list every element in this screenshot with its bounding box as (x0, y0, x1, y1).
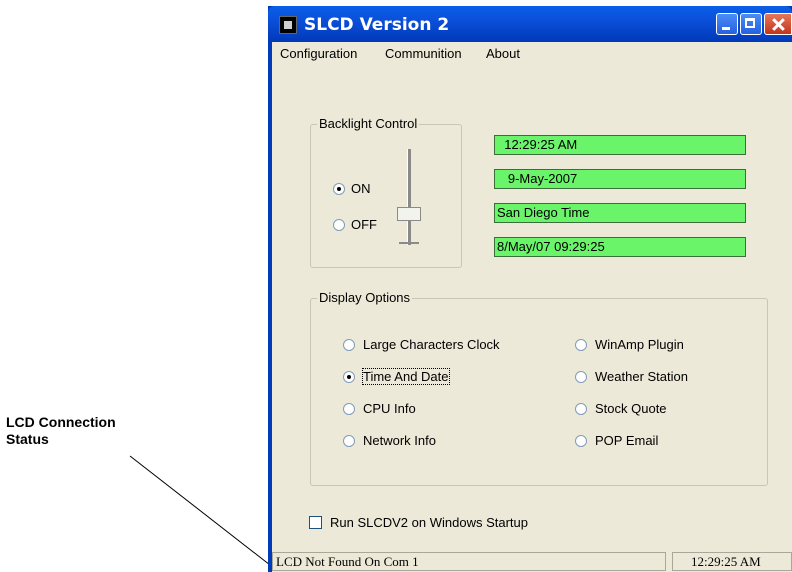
backlight-on-label: ON (351, 181, 371, 196)
cpu-info-radio[interactable] (343, 403, 355, 415)
window-title: SLCD Version 2 (304, 15, 450, 35)
backlight-off-radio[interactable] (333, 219, 345, 231)
time-and-date-label: Time And Date (362, 368, 450, 385)
close-button[interactable] (764, 13, 792, 35)
menu-configuration[interactable]: Configuration (280, 46, 357, 61)
lcd-line-2-text: 9-May-2007 (497, 171, 578, 186)
menu-communition[interactable]: Communition (385, 46, 462, 61)
slider-base-tick (399, 242, 419, 244)
lcd-line-2: 9-May-2007 (494, 169, 746, 189)
backlight-on-radio[interactable] (333, 183, 345, 195)
app-window: SLCD Version 2 Configuration Communition… (268, 6, 792, 572)
backlight-slider-thumb[interactable] (397, 207, 421, 221)
winamp-plugin-label: WinAmp Plugin (595, 337, 684, 352)
title-bar[interactable]: SLCD Version 2 (268, 6, 792, 42)
lcd-line-4-text: 8/May/07 09:29:25 (497, 239, 605, 254)
window-client-area: Configuration Communition About Backligh… (272, 42, 792, 572)
display-options-group: Display Options Large Characters Clock T… (310, 290, 768, 486)
lcd-line-3-text: San Diego Time (497, 205, 590, 220)
run-on-startup-label: Run SLCDV2 on Windows Startup (330, 515, 528, 530)
menu-bar: Configuration Communition About (272, 42, 792, 64)
weather-station-label: Weather Station (595, 369, 688, 384)
weather-station-radio[interactable] (575, 371, 587, 383)
backlight-off-label: OFF (351, 217, 377, 232)
backlight-slider-track[interactable] (407, 149, 411, 245)
clock-status-text: 12:29:25 AM (691, 554, 761, 569)
lcd-line-3: San Diego Time (494, 203, 746, 223)
large-characters-clock-radio[interactable] (343, 339, 355, 351)
winamp-plugin-radio[interactable] (575, 339, 587, 351)
large-characters-clock-label: Large Characters Clock (363, 337, 500, 352)
pop-email-label: POP Email (595, 433, 659, 448)
minimize-button[interactable] (716, 13, 738, 35)
maximize-button[interactable] (740, 13, 762, 35)
connection-status-panel: LCD Not Found On Com 1 (272, 552, 666, 571)
status-bar: LCD Not Found On Com 1 12:29:25 AM (272, 550, 792, 572)
display-options-legend: Display Options (317, 290, 413, 305)
network-info-radio[interactable] (343, 435, 355, 447)
stock-quote-label: Stock Quote (595, 401, 667, 416)
pop-email-radio[interactable] (575, 435, 587, 447)
clock-status-panel: 12:29:25 AM (672, 552, 792, 571)
lcd-line-4: 8/May/07 09:29:25 (494, 237, 746, 257)
app-icon[interactable] (279, 16, 297, 34)
lcd-line-1-text: 12:29:25 AM (497, 137, 578, 152)
menu-about[interactable]: About (486, 46, 520, 61)
backlight-control-legend: Backlight Control (317, 116, 420, 131)
connection-status-text: LCD Not Found On Com 1 (276, 554, 419, 569)
run-on-startup-checkbox[interactable] (309, 516, 322, 529)
lcd-line-1: 12:29:25 AM (494, 135, 746, 155)
network-info-label: Network Info (363, 433, 436, 448)
cpu-info-label: CPU Info (363, 401, 416, 416)
backlight-control-group: Backlight Control ON OFF (310, 116, 462, 268)
stock-quote-radio[interactable] (575, 403, 587, 415)
time-and-date-radio[interactable] (343, 371, 355, 383)
